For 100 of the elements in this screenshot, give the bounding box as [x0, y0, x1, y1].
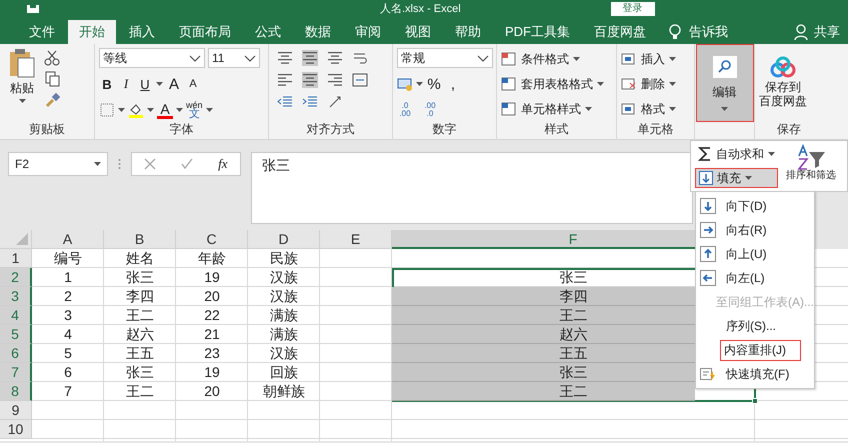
merge-cells-icon[interactable]	[352, 72, 368, 88]
drag-handle-icon[interactable]	[118, 158, 121, 170]
table-cell-text: 满族	[269, 325, 299, 344]
table-cell-text: 李四	[125, 287, 155, 306]
font-name-dropdown[interactable]: 等线	[99, 48, 205, 68]
row-header[interactable]: 4	[0, 306, 32, 325]
comma-style-button[interactable]: ,	[445, 76, 461, 92]
insert-function-button[interactable]: fx	[218, 156, 228, 172]
style-menu-button[interactable]: 条件格式	[501, 49, 604, 69]
save-icon[interactable]	[26, 5, 40, 13]
row-header[interactable]: 10	[0, 420, 32, 439]
ribbon-tab[interactable]: 百度网盘	[583, 20, 657, 44]
ribbon-tab[interactable]: 帮助	[444, 20, 492, 44]
style-menu-button[interactable]: 套用表格格式	[501, 74, 604, 94]
cells-menu-button[interactable]: 格式	[621, 99, 676, 119]
table-cell-text: 年龄	[197, 249, 227, 268]
row-header[interactable]: 5	[0, 325, 32, 344]
font-color-button[interactable]: A	[157, 102, 173, 118]
decrease-decimal-button[interactable]: .00 .0	[422, 102, 438, 118]
style-menu-button[interactable]: 单元格样式	[501, 99, 604, 119]
paintbrush-icon[interactable]	[44, 92, 60, 108]
align-center-icon[interactable]	[302, 72, 318, 88]
phonetic-button[interactable]: wén 文	[186, 101, 203, 119]
fill-handle[interactable]	[752, 398, 758, 404]
align-left-icon[interactable]	[277, 72, 293, 88]
caret-icon	[669, 107, 676, 111]
table-cell-text: 1	[63, 268, 73, 287]
ribbon-tab[interactable]: 插入	[118, 20, 166, 44]
fill-color-icon[interactable]	[128, 102, 144, 118]
save-to-cloud-button[interactable]: 保存到 百度网盘	[759, 56, 807, 121]
align-right-icon[interactable]	[327, 72, 343, 88]
number-format-dropdown[interactable]: 常规	[397, 48, 493, 68]
table-cell-text: 姓名	[125, 249, 155, 268]
currency-icon[interactable]	[397, 76, 413, 92]
lightbulb-icon[interactable]	[669, 24, 681, 40]
decrease-font-button[interactable]: A	[185, 78, 201, 90]
align-top-icon[interactable]	[277, 50, 293, 66]
tell-me-search[interactable]: 告诉我	[689, 23, 728, 41]
row-header[interactable]: 7	[0, 363, 32, 382]
percent-button[interactable]: %	[426, 76, 442, 92]
table-cell-text: 汉族	[269, 344, 299, 363]
paste-button[interactable]: 粘贴	[4, 48, 40, 121]
cells-menu-button[interactable]: 插入	[621, 49, 676, 69]
row-header[interactable]: 1	[0, 249, 32, 268]
menu-item[interactable]: 序列(S)...	[696, 314, 814, 338]
check-icon[interactable]	[181, 158, 194, 170]
row-header[interactable]: 6	[0, 344, 32, 363]
column-header[interactable]: D	[248, 230, 320, 249]
ribbon-tab[interactable]: 文件	[18, 20, 66, 44]
ribbon-tab[interactable]: 公式	[244, 20, 292, 44]
italic-button[interactable]: I	[118, 76, 134, 92]
formula-input[interactable]: 张三	[251, 152, 693, 224]
ribbon-tab[interactable]: 数据	[294, 20, 342, 44]
format-cells-icon	[621, 102, 637, 116]
menu-item[interactable]: 向下(D)	[696, 194, 814, 218]
ribbon-tab[interactable]: 开始	[68, 20, 116, 44]
cells-menu-button[interactable]: 删除	[621, 74, 676, 94]
menu-item[interactable]: 向左(L)	[696, 266, 814, 290]
ribbon-tab[interactable]: 页面布局	[168, 20, 242, 44]
ribbon-tab[interactable]: 视图	[394, 20, 442, 44]
share-button[interactable]: 共享	[814, 23, 840, 41]
column-header[interactable]: A	[32, 230, 104, 249]
table-cell-text: 19	[203, 268, 221, 287]
align-bottom-icon[interactable]	[327, 50, 343, 66]
row-header[interactable]: 9	[0, 401, 32, 420]
group-label: 对齐方式	[306, 122, 354, 136]
ribbon-tab[interactable]: 审阅	[344, 20, 392, 44]
underline-button[interactable]: U	[137, 76, 153, 92]
group-label: 字体	[170, 122, 194, 136]
editing-button[interactable]: 编辑	[696, 44, 754, 122]
table-cell-text: 22	[203, 306, 221, 325]
caret-icon	[745, 176, 752, 180]
font-size-dropdown[interactable]: 11	[208, 48, 260, 68]
row-header[interactable]: 2	[0, 268, 32, 287]
border-icon[interactable]	[99, 102, 115, 118]
bold-button[interactable]: B	[99, 76, 115, 92]
column-header[interactable]: C	[176, 230, 248, 249]
row-header[interactable]: 3	[0, 287, 32, 306]
flash-fill-icon	[700, 366, 716, 382]
login-button[interactable]: 登录	[610, 2, 655, 16]
ribbon-tab[interactable]: PDF工具集	[494, 20, 581, 44]
row-header[interactable]: 8	[0, 382, 32, 401]
column-header[interactable]: B	[104, 230, 176, 249]
increase-decimal-button[interactable]: .0 .00	[397, 102, 413, 118]
sort-filter-button[interactable]: 排序和筛选	[786, 144, 836, 188]
name-box[interactable]: F2	[8, 152, 108, 176]
align-middle-icon[interactable]	[302, 50, 318, 66]
autosum-button[interactable]: 自动求和	[695, 144, 778, 164]
increase-font-button[interactable]: A	[166, 76, 182, 92]
caret-icon	[18, 99, 26, 103]
chevron-icon	[189, 54, 201, 62]
table-cell-text: 赵六	[125, 325, 155, 344]
menu-item[interactable]: 快速填充(F)	[696, 362, 814, 386]
table-cell-text: 3	[63, 306, 73, 325]
person-icon[interactable]	[794, 24, 810, 40]
scissors-icon[interactable]	[44, 50, 60, 66]
copy-icon[interactable]	[44, 71, 60, 87]
fill-button[interactable]: 填充	[695, 168, 778, 188]
text-orientation-icon[interactable]	[327, 94, 343, 110]
column-header[interactable]: E	[320, 230, 392, 249]
